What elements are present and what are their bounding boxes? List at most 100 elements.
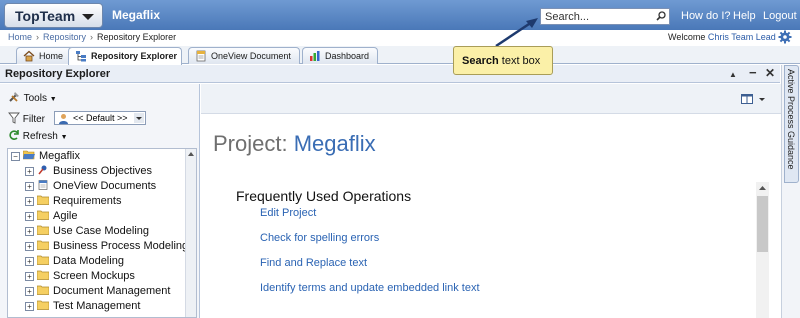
tab-bar: Home Repository Explorer OneView Documen… [0,46,800,65]
gear-icon[interactable] [778,30,792,44]
active-process-guidance-tab[interactable]: Active Process Guidance [784,65,799,183]
product-name: Megaflix [112,8,161,22]
main-scrollbar[interactable] [756,182,769,318]
collapse-up-icon[interactable]: ▲ [729,70,737,79]
folder-icon [37,285,49,295]
scroll-up-icon[interactable] [758,184,767,192]
expand-toggle-icon[interactable]: + [25,242,34,251]
app-name: TopTeam [15,8,76,24]
folder-icon [37,240,49,250]
edit-project-link[interactable]: Edit Project [260,207,316,219]
breadcrumb-home[interactable]: Home [8,32,32,42]
layout-icon[interactable] [741,94,753,104]
tree-node[interactable]: + Document Management [25,285,170,300]
panel-title: Repository Explorer [5,68,111,80]
folder-icon [37,270,49,280]
identify-terms-link[interactable]: Identify terms and update embedded link … [260,282,480,294]
collapse-toggle-icon[interactable]: − [11,152,20,161]
filter-value: << Default >> [73,113,128,123]
expand-toggle-icon[interactable]: + [25,182,34,191]
expand-toggle-icon[interactable]: + [25,212,34,221]
vertical-tab-label: Active Process Guidance [786,69,796,170]
welcome-text: Welcome Chris Team Lead [668,32,776,42]
home-icon [23,50,35,62]
scrollbar-thumb[interactable] [757,196,768,252]
chevron-down-icon [82,14,94,20]
minimize-icon[interactable]: − [749,65,757,80]
tree-node[interactable]: + Use Case Modeling [25,225,149,240]
expand-toggle-icon[interactable]: + [25,167,34,176]
tree-node[interactable]: + OneView Documents [25,180,156,195]
tree-node-label: Megaflix [39,150,80,162]
find-replace-link[interactable]: Find and Replace text [260,257,367,269]
tools-icon [9,92,19,102]
tab-oneview-document-label: OneView Document [211,51,291,61]
expand-toggle-icon[interactable]: + [25,257,34,266]
main-content: Project: Megaflix Frequently Used Operat… [201,84,781,318]
check-spelling-link[interactable]: Check for spelling errors [260,232,379,244]
filter-label: Filter [22,114,46,125]
tools-menu[interactable]: Tools ▼ [8,91,57,104]
refresh-label: Refresh [22,131,58,142]
help-link[interactable]: Help [733,10,756,22]
tree-node-label: Requirements [53,195,122,207]
tools-label: Tools [23,93,47,104]
breadcrumb-bar: Home › Repository › Repository Explorer Welc… [0,30,800,46]
search-input[interactable]: Search... [540,8,670,25]
breadcrumb-repository[interactable]: Repository [43,32,86,42]
tree-node[interactable]: + Screen Mockups [25,270,135,285]
chevron-down-icon[interactable] [759,98,765,101]
tab-repository-explorer-label: Repository Explorer [91,51,178,61]
how-do-i-link[interactable]: How do I? [681,10,731,22]
filter-icon [8,112,20,124]
pin-icon [38,165,47,175]
folder-icon [37,225,49,235]
tree-node[interactable]: + Data Modeling [25,255,124,270]
tab-dashboard-label: Dashboard [325,51,370,61]
explorer-title-bar: Repository Explorer ▲ − ✕ [0,65,780,83]
chevron-down-icon[interactable] [134,113,144,123]
user-icon [59,114,68,124]
scroll-up-icon[interactable] [187,150,195,158]
refresh-menu[interactable]: Refresh ▼ [8,129,68,142]
project-name: Megaflix [293,131,376,156]
app-menu-button[interactable]: TopTeam [4,3,103,28]
tab-dashboard[interactable]: Dashboard [302,47,378,64]
tree-node[interactable]: + Business Process Modeling [25,240,188,255]
folder-icon [37,255,49,265]
section-heading: Frequently Used Operations [236,188,412,204]
expand-toggle-icon[interactable]: + [25,272,34,281]
callout-text: text box [501,55,541,67]
close-icon[interactable]: ✕ [765,66,775,80]
logout-link[interactable]: Logout [763,10,797,22]
tab-repository-explorer[interactable]: Repository Explorer [68,47,182,65]
tree-node[interactable]: + Agile [25,210,77,225]
callout-bold-text: Search [462,55,499,67]
refresh-icon [9,130,19,140]
search-icon[interactable] [656,11,666,21]
filter-select[interactable]: << Default >> [54,111,146,125]
tab-home[interactable]: Home [16,47,74,64]
user-name-link[interactable]: Chris Team Lead [708,32,776,42]
tree-node-label: Test Management [53,300,141,312]
expand-toggle-icon[interactable]: + [25,302,34,311]
tree-node-label: Use Case Modeling [53,225,149,237]
tree-node[interactable]: + Requirements [25,195,121,210]
expand-toggle-icon[interactable]: + [25,227,34,236]
chevron-down-icon: ▼ [49,96,57,103]
breadcrumb-separator-icon: › [36,32,40,42]
tree-node[interactable]: − Megaflix [11,150,80,165]
repository-icon [76,51,86,62]
tree-scrollbar[interactable] [185,149,196,317]
expand-toggle-icon[interactable]: + [25,287,34,296]
tree-node[interactable]: + Test Management [25,300,140,315]
tree-node-label: Document Management [53,285,171,297]
repository-tree: − Megaflix + Business Objectives + OneView … [7,148,197,318]
tree-node-label: Data Modeling [53,255,124,267]
top-bar: TopTeam Megaflix Search... How do I? Hel… [0,0,800,30]
tree-node[interactable]: + Business Objectives [25,165,152,180]
tab-oneview-document[interactable]: OneView Document [188,47,300,64]
expand-toggle-icon[interactable]: + [25,197,34,206]
document-icon [196,50,206,62]
folder-open-icon [23,150,35,160]
